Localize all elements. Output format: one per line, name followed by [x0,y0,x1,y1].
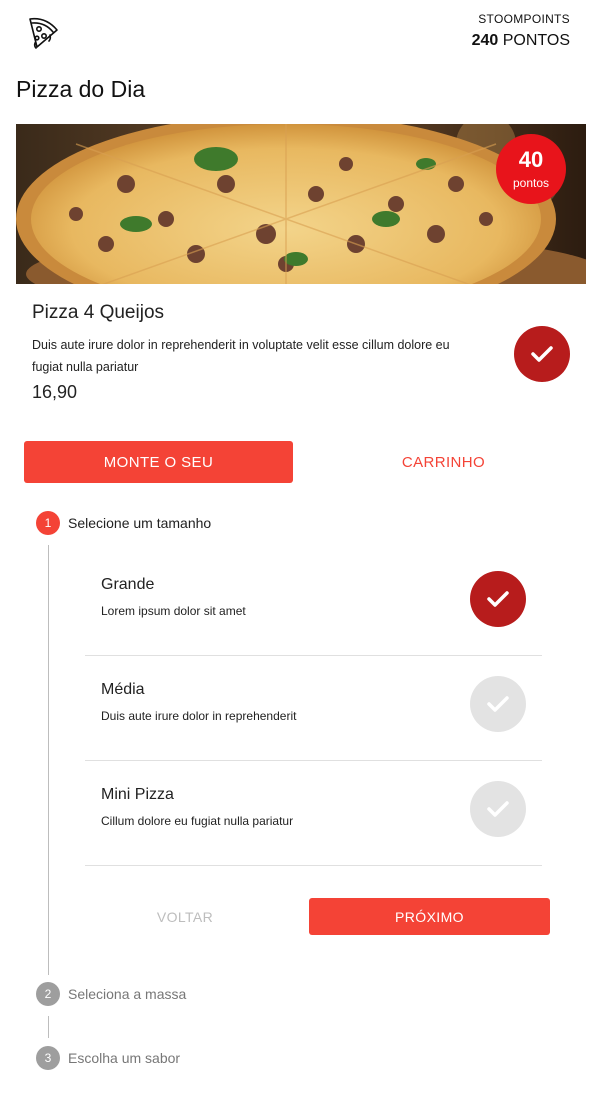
points-badge: 40 pontos [496,134,566,204]
step-number: 1 [36,511,60,535]
pizza-slice-icon[interactable] [24,13,62,51]
check-icon [487,591,509,607]
tab-carrinho[interactable]: CARRINHO [309,441,578,483]
points-number: 240 [471,32,499,49]
stepper-connector [48,545,49,975]
product-price: 16,90 [32,382,78,402]
size-option-name: Mini Pizza [101,786,174,803]
product-info: Pizza 4 Queijos Duis aute irure dolor in… [32,302,462,403]
size-option-name: Média [101,681,145,698]
size-option-description: Cillum dolore eu fugiat nulla pariatur [101,814,294,828]
step-label: Escolha um sabor [68,1050,181,1066]
points-unit: PONTOS [502,32,570,49]
check-icon [487,696,509,712]
badge-points-unit: pontos [512,176,550,190]
product-select-button[interactable] [514,326,570,382]
product-description: Duis aute irure dolor in reprehenderit i… [32,338,450,374]
size-option-mini-pizza[interactable]: Mini Pizza Cillum dolore eu fugiat nulla… [85,761,542,866]
size-option-description: Lorem ipsum dolor sit amet [101,604,246,618]
size-option-name: Grande [101,576,155,593]
step-label: Selecione um tamanho [68,515,212,531]
stepper-connector [48,1016,49,1038]
size-option-media[interactable]: Média Duis aute irure dolor in reprehend… [85,656,542,761]
step-3[interactable]: 3 Escolha um sabor [36,1046,180,1070]
page-title: Pizza do Dia [16,76,146,102]
order-tabs: MONTE O SEU CARRINHO [24,441,578,483]
next-button[interactable]: PRÓXIMO [309,898,550,935]
pizza-hero-image: 40 pontos [16,124,586,284]
size-option-grande[interactable]: Grande Lorem ipsum dolor sit amet [85,551,542,656]
size-select-button[interactable] [470,571,526,627]
step-label: Seleciona a massa [68,986,187,1002]
product-name: Pizza 4 Queijos [32,302,165,323]
step-number: 3 [36,1046,60,1070]
size-option-description: Duis aute irure dolor in reprehenderit [101,709,297,723]
tab-monte-o-seu[interactable]: MONTE O SEU [24,441,293,483]
back-button[interactable]: VOLTAR [85,898,285,935]
step-2[interactable]: 2 Seleciona a massa [36,982,186,1006]
points-summary: STOOMPOINTS 240 PONTOS [472,12,570,50]
check-icon [531,346,553,362]
size-select-button[interactable] [470,676,526,732]
points-label: STOOMPOINTS [478,12,570,26]
step-number: 2 [36,982,60,1006]
check-icon [487,801,509,817]
size-select-button[interactable] [470,781,526,837]
app-header: STOOMPOINTS 240 PONTOS [0,0,602,70]
step-1[interactable]: 1 Selecione um tamanho [36,511,211,535]
points-value: 240 PONTOS [472,32,570,50]
badge-points-value: 40 [518,147,544,172]
